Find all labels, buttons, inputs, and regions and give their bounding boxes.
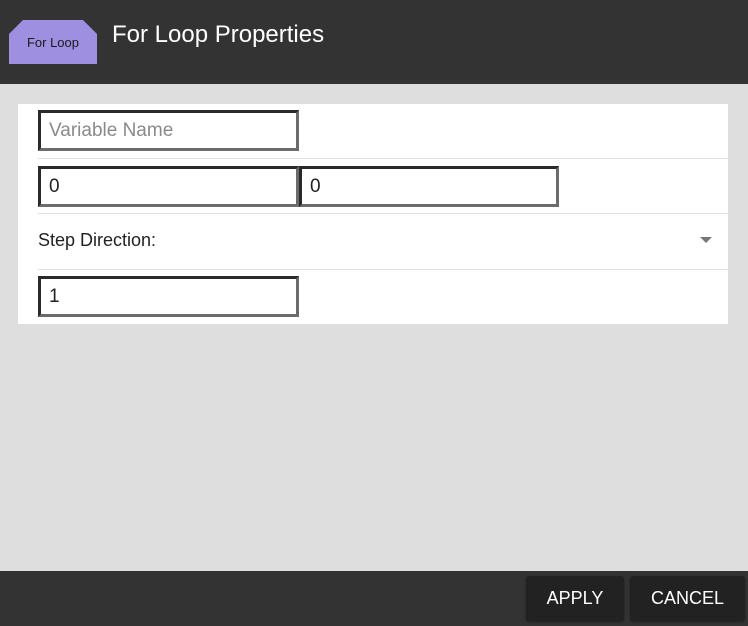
apply-button[interactable]: APPLY	[526, 576, 624, 621]
step-direction-row: Step Direction:	[38, 214, 728, 270]
properties-panel: Step Direction:	[18, 104, 728, 324]
step-value-input[interactable]	[38, 276, 299, 317]
range-row	[38, 159, 728, 214]
dropdown-caret-icon	[700, 237, 712, 243]
badge-label: For Loop	[26, 34, 80, 50]
for-loop-block-badge: For Loop	[9, 20, 97, 64]
variable-name-row	[38, 104, 728, 159]
dialog-footer: APPLY CANCEL	[0, 571, 748, 626]
range-start-input[interactable]	[38, 166, 299, 207]
cancel-button[interactable]: CANCEL	[630, 576, 745, 621]
for-loop-properties-dialog: For Loop For Loop Properties Step Direct…	[0, 0, 748, 626]
dialog-title: For Loop Properties	[112, 21, 325, 48]
step-direction-select[interactable]: Step Direction:	[38, 214, 728, 269]
step-value-row	[38, 270, 728, 324]
variable-name-input[interactable]	[38, 110, 299, 151]
dialog-header: For Loop For Loop Properties	[0, 0, 748, 84]
step-direction-label: Step Direction:	[38, 230, 157, 250]
range-end-input[interactable]	[299, 166, 559, 207]
